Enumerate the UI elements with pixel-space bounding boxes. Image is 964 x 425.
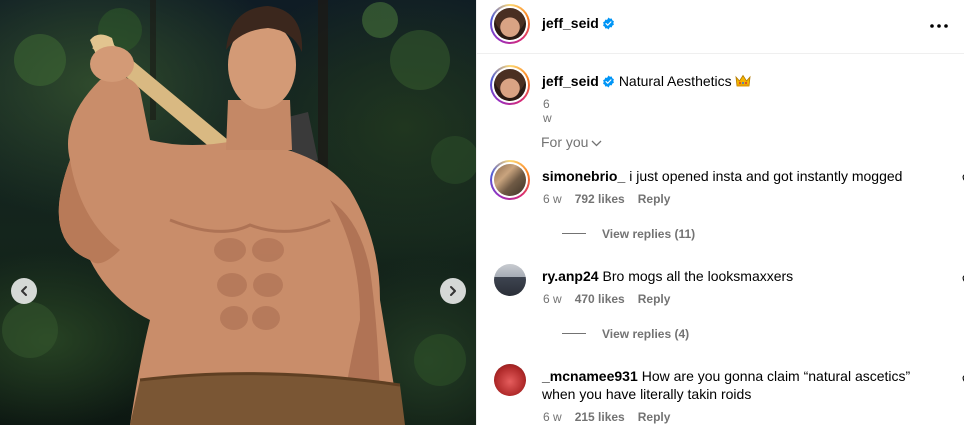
comment-username[interactable]: simonebrio_: [542, 168, 625, 184]
comment-sort-dropdown[interactable]: For you: [541, 134, 602, 150]
chevron-left-icon: [21, 286, 27, 296]
more-horizontal-icon: [930, 24, 948, 28]
comment-meta: 6 w 215 likes Reply: [543, 410, 683, 424]
commenter-avatar[interactable]: [494, 264, 526, 296]
comment-username[interactable]: _mcnamee931: [542, 368, 638, 384]
comment-text: simonebrio_ i just opened insta and got i…: [542, 167, 912, 185]
comment-timestamp: 6 w: [543, 292, 562, 306]
reply-button[interactable]: Reply: [638, 192, 671, 206]
reply-button[interactable]: Reply: [638, 410, 671, 424]
caption-timestamp: 6 w: [543, 97, 552, 125]
comment-body: Bro mogs all the looksmaxxers: [602, 268, 794, 284]
chevron-right-icon: [450, 286, 456, 296]
comment-timestamp: 6 w: [543, 410, 562, 424]
post-photo: [2, 0, 476, 425]
post-header: jeff_seid: [477, 0, 964, 54]
comment-likes[interactable]: 470 likes: [575, 292, 625, 306]
comment-timestamp: 6 w: [543, 192, 562, 206]
view-replies-button[interactable]: View replies (4): [562, 327, 689, 341]
post-details-panel: jeff_seid jeff_seid Natural Aesthetics 6 …: [476, 0, 964, 425]
next-photo-button[interactable]: [440, 278, 466, 304]
more-options-button[interactable]: [929, 16, 949, 41]
caption-body: Natural Aesthetics: [618, 73, 732, 89]
comment-likes[interactable]: 792 likes: [575, 192, 625, 206]
author-avatar[interactable]: [490, 4, 530, 44]
view-replies-label: View replies (11): [602, 227, 696, 241]
author-row: jeff_seid: [542, 15, 615, 33]
comment-username[interactable]: ry.anp24: [542, 268, 599, 284]
replies-divider-line: [562, 233, 586, 234]
verified-badge-icon: [602, 75, 615, 91]
crown-emoji-icon: [735, 74, 751, 91]
comment-body: i just opened insta and got instantly mo…: [629, 168, 903, 184]
comment-meta: 6 w 792 likes Reply: [543, 192, 683, 206]
post-media[interactable]: [0, 0, 476, 425]
chevron-down-icon: [592, 140, 602, 147]
comment-text: _mcnamee931 How are you gonna claim “natu…: [542, 367, 912, 403]
commenter-avatar[interactable]: [490, 160, 530, 200]
reply-button[interactable]: Reply: [638, 292, 671, 306]
replies-divider-line: [562, 333, 586, 334]
caption-author-avatar[interactable]: [490, 65, 530, 105]
caption-text: jeff_seid Natural Aesthetics: [542, 73, 942, 91]
view-replies-button[interactable]: View replies (11): [562, 227, 695, 241]
view-replies-label: View replies (4): [602, 327, 690, 341]
caption-username[interactable]: jeff_seid: [542, 73, 599, 89]
comment-text: ry.anp24 Bro mogs all the looksmaxxers: [542, 267, 912, 285]
author-username[interactable]: jeff_seid: [542, 15, 599, 31]
commenter-avatar[interactable]: [494, 364, 526, 396]
comment-likes[interactable]: 215 likes: [575, 410, 625, 424]
verified-badge-icon: [602, 17, 615, 33]
comment-meta: 6 w 470 likes Reply: [543, 292, 683, 306]
comment-sort-label: For you: [541, 134, 589, 150]
previous-photo-button[interactable]: [11, 278, 37, 304]
